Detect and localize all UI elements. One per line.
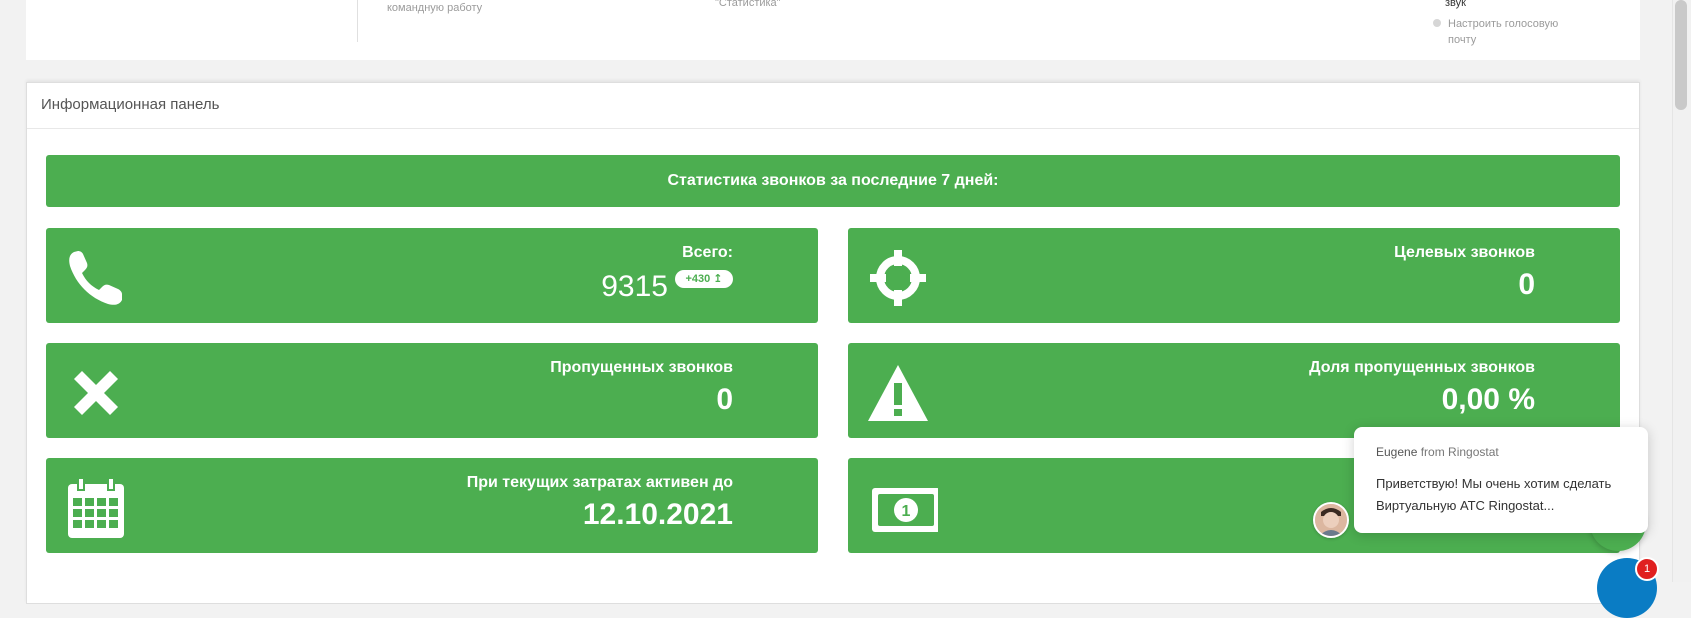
scrollbar-thumb[interactable] [1675,0,1687,110]
crosshair-icon [870,250,926,306]
missed-calls-label: Пропущенных звонков [550,359,733,376]
target-calls-tile: Целевых звонков 0 [848,228,1620,323]
chat-sender-line: Eugene from Ringostat [1376,445,1626,459]
total-calls-delta-badge: +430 ↥ [675,270,733,288]
warning-icon [868,365,928,421]
svg-text:1: 1 [902,503,911,520]
active-until-tile: При текущих затратах активен до 12.10.20… [46,458,818,553]
team-work-text: командную работу [387,2,483,14]
notification-badge: 1 [1635,557,1659,581]
money-icon: 1 [872,488,938,532]
missed-share-label: Доля пропущенных звонков [1309,359,1535,376]
close-icon [74,371,118,415]
chat-sender-name: Eugene [1376,445,1418,459]
target-calls-value: 0 [1518,268,1535,301]
target-calls-label: Целевых звонков [1394,244,1535,261]
progress-ring [120,0,250,30]
chat-message: Приветствую! Мы очень хотим сделать Вирт… [1376,476,1612,513]
voicemail-link[interactable]: Настроить голосовую почту [1448,16,1568,48]
total-calls-tile: Всего: 9315 +430 ↥ [46,228,818,323]
missed-share-value: 0,00 % [1441,383,1535,416]
active-until-label: При текущих затратах активен до [466,474,733,491]
total-calls-label: Всего: [682,244,733,261]
phone-icon [69,251,122,305]
panel-title: Информационная панель [27,83,1639,129]
chat-sender-source: from Ringostat [1420,445,1499,459]
missed-share-tile: Доля пропущенных звонков 0,00 % [848,343,1620,438]
chat-popup[interactable]: Eugene from Ringostat Приветствую! Мы оч… [1354,427,1648,533]
user-face-icon [1315,504,1347,536]
missed-calls-value: 0 [716,383,733,416]
missed-calls-tile: Пропущенных звонков 0 [46,343,818,438]
total-calls-value: 9315 [601,270,668,303]
calendar-icon [68,477,124,538]
avatar[interactable] [1313,502,1349,538]
active-until-value: 12.10.2021 [582,498,733,531]
status-dot [1433,19,1441,27]
stats-link-text[interactable]: "Статистика" [715,0,781,9]
sound-text: звук [1445,0,1466,9]
calls-stats-banner: Статистика звонков за последние 7 дней: [46,155,1620,207]
top-divider [357,0,358,42]
top-summary-strip [26,0,1640,60]
